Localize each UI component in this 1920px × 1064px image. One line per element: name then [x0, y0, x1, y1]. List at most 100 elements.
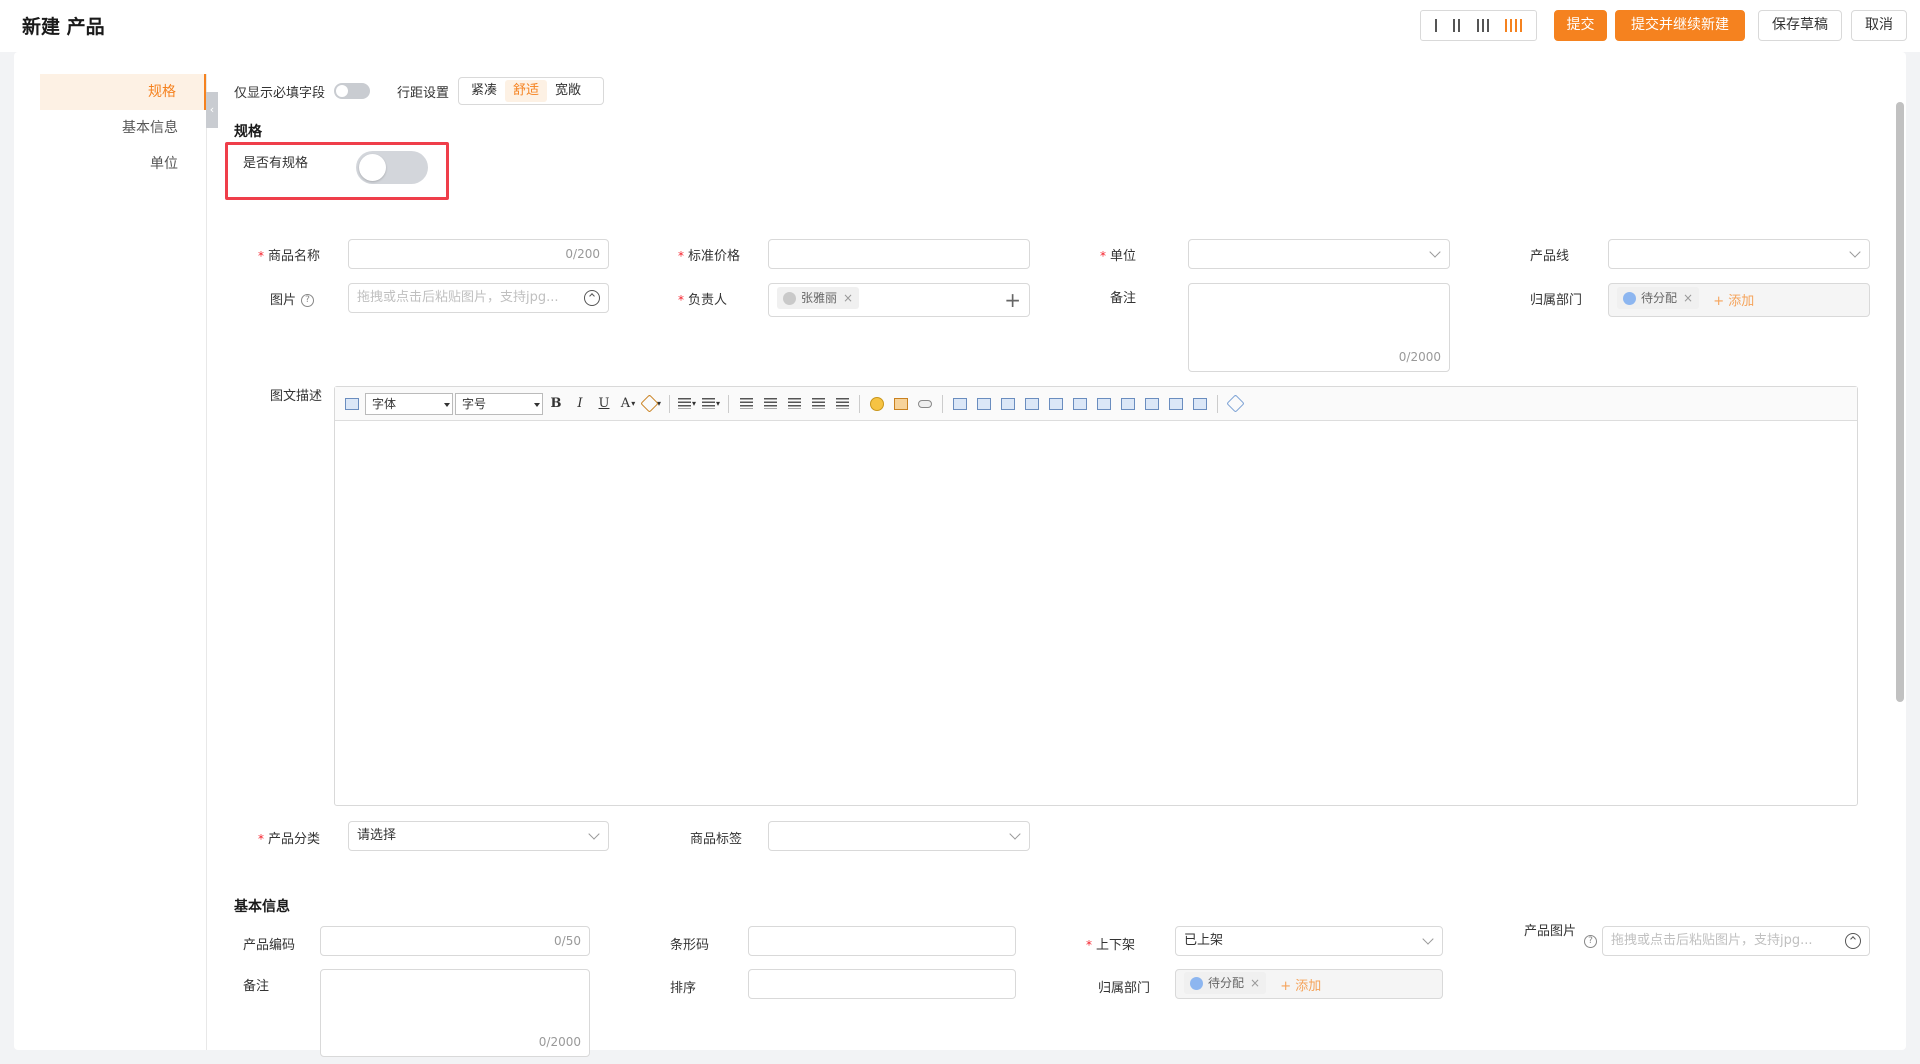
layout-1-column[interactable] — [1435, 19, 1438, 32]
shelf-status-select[interactable]: 已上架 — [1175, 926, 1443, 956]
submit-continue-button[interactable]: 提交并继续新建 — [1615, 10, 1745, 41]
add-dept-link[interactable]: + 添加 — [1713, 294, 1754, 309]
underline-button[interactable]: U — [593, 393, 615, 415]
submit-button[interactable]: 提交 — [1554, 10, 1607, 41]
layout-4-columns[interactable] — [1504, 19, 1522, 32]
font-color-button[interactable]: A ▾ — [617, 393, 639, 415]
row-spacing-selector: 紧凑 舒适 宽敞 — [458, 77, 604, 105]
emoji-icon[interactable] — [866, 393, 888, 415]
font-size-select[interactable]: 字号 — [455, 392, 543, 415]
required-only-toggle[interactable] — [334, 83, 370, 99]
align-center-icon[interactable] — [783, 393, 805, 415]
basic-remark-label: 备注 — [243, 979, 270, 994]
upload-icon — [1845, 933, 1861, 949]
spacing-compact[interactable]: 紧凑 — [463, 80, 505, 102]
align-right-icon[interactable] — [807, 393, 829, 415]
table-header-icon[interactable] — [997, 393, 1019, 415]
anchor-item-spec[interactable]: 规格 — [40, 74, 206, 110]
owner-field[interactable]: 张雅丽 × + — [768, 283, 1030, 317]
basic-info-section-title: 基本信息 — [234, 899, 290, 915]
indent-icon[interactable] — [735, 393, 757, 415]
product-image-label: 产品图片 — [1524, 924, 1577, 939]
bold-button[interactable]: B — [545, 393, 567, 415]
department-icon — [1623, 291, 1636, 305]
anchor-item-unit[interactable]: 单位 — [40, 146, 206, 182]
insert-row-icon[interactable] — [1021, 393, 1043, 415]
anchor-nav: 规格 基本信息 单位 — [40, 74, 206, 182]
basic-dept-tag: 待分配 × — [1184, 969, 1267, 997]
link-icon[interactable] — [914, 393, 936, 415]
italic-button[interactable]: I — [569, 393, 591, 415]
image-upload[interactable]: 拖拽或点击后粘贴图片，支持jpg... — [348, 283, 609, 313]
delete-row-icon[interactable] — [1045, 393, 1067, 415]
help-icon: ? — [301, 294, 315, 307]
save-draft-button[interactable]: 保存草稿 — [1758, 10, 1842, 41]
font-family-select[interactable]: 字体 — [365, 392, 453, 415]
spacing-comfortable[interactable]: 舒适 — [505, 80, 548, 102]
description-label: 图文描述 — [270, 389, 323, 404]
row-spacing-label: 行距设置 — [397, 86, 450, 101]
has-spec-toggle[interactable] — [356, 151, 428, 184]
required-only-label: 仅显示必填字段 — [234, 86, 326, 101]
product-code-input[interactable]: 0/50 — [320, 926, 590, 956]
rich-text-editor: 字体 字号 B I U A ▾ ▾ ▾ ▾ — [334, 386, 1858, 806]
product-image-upload[interactable]: 拖拽或点击后粘贴图片，支持jpg... — [1602, 926, 1870, 956]
spacing-loose[interactable]: 宽敞 — [547, 80, 589, 102]
spec-section-title: 规格 — [234, 124, 262, 140]
table-icon[interactable] — [949, 393, 971, 415]
image-icon[interactable] — [890, 393, 912, 415]
basic-dept-field[interactable]: 待分配 × + 添加 — [1175, 969, 1443, 999]
anchor-item-basic-info[interactable]: 基本信息 — [40, 110, 206, 146]
has-spec-label: 是否有规格 — [243, 156, 309, 171]
product-line-select[interactable] — [1608, 239, 1870, 269]
user-icon — [783, 291, 796, 305]
add-owner-icon[interactable]: + — [1004, 288, 1021, 312]
sort-input[interactable] — [748, 969, 1016, 999]
ordered-list-icon[interactable]: ▾ — [676, 393, 698, 415]
product-code-label: 产品编码 — [243, 938, 296, 953]
delete-table-icon[interactable] — [973, 393, 995, 415]
owner-label: * 负责人 — [678, 293, 728, 308]
scrollbar-thumb[interactable] — [1896, 102, 1904, 702]
category-label: * 产品分类 — [258, 832, 321, 847]
remark-textarea[interactable]: 0/2000 — [1188, 283, 1450, 372]
merge-down-icon[interactable] — [1165, 393, 1187, 415]
insert-column-icon[interactable] — [1069, 393, 1091, 415]
price-input[interactable] — [768, 239, 1030, 269]
remove-dept-icon[interactable]: × — [1250, 969, 1260, 997]
column-layout-switch — [1420, 10, 1537, 41]
remove-dept-icon[interactable]: × — [1683, 284, 1693, 312]
page-title: 新建 产品 — [22, 16, 105, 38]
top-bar: 新建 产品 提交 提交并继续新建 保存草稿 取消 — [0, 0, 1920, 52]
clear-format-icon[interactable] — [1224, 393, 1246, 415]
basic-remark-textarea[interactable]: 0/2000 — [320, 969, 590, 1057]
basic-add-dept-link[interactable]: + 添加 — [1280, 979, 1321, 994]
product-tags-select[interactable] — [768, 821, 1030, 851]
delete-column-icon[interactable] — [1093, 393, 1115, 415]
cancel-button[interactable]: 取消 — [1851, 10, 1907, 41]
remove-owner-icon[interactable]: × — [843, 284, 853, 312]
price-label: * 标准价格 — [678, 249, 741, 264]
merge-right-icon[interactable] — [1141, 393, 1163, 415]
source-icon[interactable] — [341, 393, 363, 415]
unordered-list-icon[interactable]: ▾ — [700, 393, 722, 415]
layout-3-columns[interactable] — [1476, 19, 1489, 32]
highlight-color-icon[interactable]: ▾ — [640, 393, 663, 415]
collapse-nav-icon[interactable]: ‹ — [206, 92, 218, 128]
product-line-label: 产品线 — [1530, 249, 1570, 264]
scrollbar[interactable] — [1896, 102, 1904, 1050]
align-justify-icon[interactable] — [831, 393, 853, 415]
merge-cells-icon[interactable] — [1117, 393, 1139, 415]
help-icon: ? — [1584, 935, 1597, 948]
layout-2-columns[interactable] — [1453, 19, 1461, 32]
dept-field[interactable]: 待分配 × + 添加 — [1608, 283, 1870, 317]
shelf-status-label: * 上下架 — [1086, 938, 1136, 953]
align-left-icon[interactable] — [759, 393, 781, 415]
barcode-input[interactable] — [748, 926, 1016, 956]
editor-content-area[interactable] — [335, 421, 1857, 805]
dept-tag: 待分配 × — [1617, 284, 1700, 312]
unit-select[interactable] — [1188, 239, 1450, 269]
name-input[interactable]: 0/200 — [348, 239, 609, 269]
split-cells-icon[interactable] — [1189, 393, 1211, 415]
category-select[interactable]: 请选择 — [348, 821, 609, 851]
